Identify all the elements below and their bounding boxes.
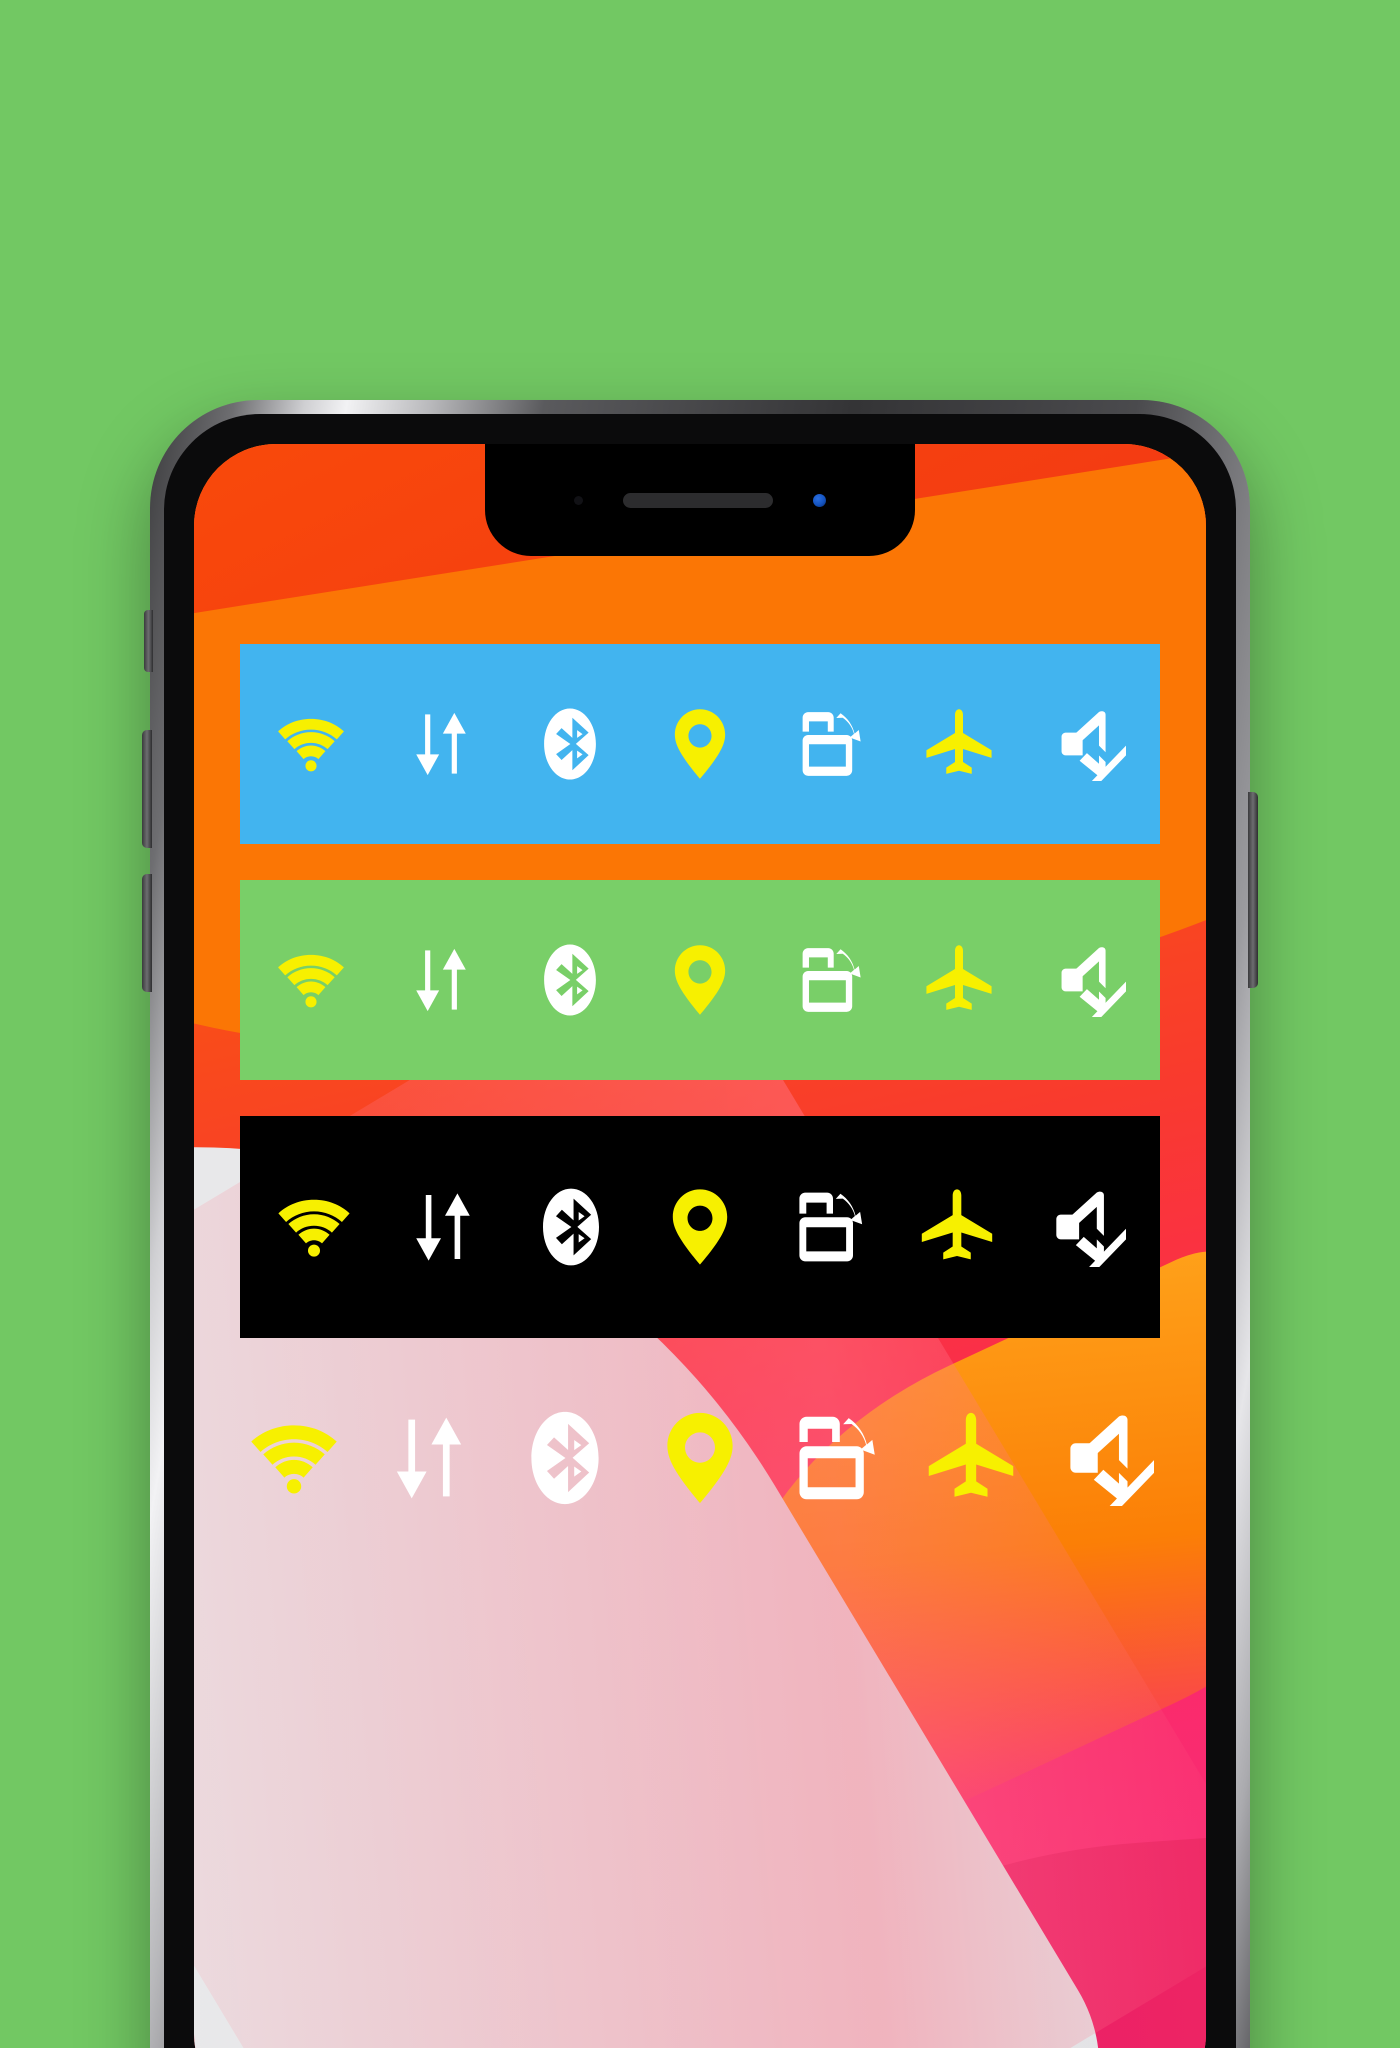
- data-transfer-icon[interactable]: [381, 1410, 477, 1506]
- data-transfer-icon[interactable]: [403, 1187, 483, 1267]
- phone-mockup: [142, 400, 1258, 2048]
- wifi-icon[interactable]: [246, 1410, 342, 1506]
- data-transfer-icon[interactable]: [404, 707, 478, 781]
- volume-up-button[interactable]: [142, 730, 152, 848]
- mute-icon[interactable]: [1046, 1187, 1126, 1267]
- airplane-mode-icon[interactable]: [923, 1410, 1019, 1506]
- proximity-sensor-icon: [574, 495, 583, 505]
- bluetooth-icon[interactable]: [531, 1187, 611, 1267]
- airplane-mode-icon[interactable]: [922, 943, 996, 1017]
- bluetooth-icon[interactable]: [517, 1410, 613, 1506]
- icon-row-blue[interactable]: [240, 644, 1160, 844]
- wifi-icon[interactable]: [274, 943, 348, 1017]
- front-camera-icon: [813, 493, 826, 507]
- data-transfer-icon[interactable]: [404, 943, 478, 1017]
- wifi-icon[interactable]: [274, 707, 348, 781]
- screen-rotation-icon[interactable]: [787, 1410, 883, 1506]
- bluetooth-icon[interactable]: [533, 943, 607, 1017]
- mute-icon[interactable]: [1058, 1410, 1154, 1506]
- mute-switch[interactable]: [144, 610, 153, 672]
- location-pin-icon[interactable]: [652, 1410, 748, 1506]
- earpiece-speaker-icon: [623, 492, 773, 508]
- power-button[interactable]: [1248, 792, 1258, 988]
- location-pin-icon[interactable]: [663, 943, 737, 1017]
- phone-notch: [485, 444, 915, 556]
- icon-row-black[interactable]: [240, 1116, 1160, 1338]
- screen-rotation-icon[interactable]: [793, 707, 867, 781]
- screen-rotation-icon[interactable]: [789, 1187, 869, 1267]
- location-pin-icon[interactable]: [663, 707, 737, 781]
- icon-row-transparent[interactable]: [228, 1358, 1172, 1558]
- bluetooth-icon[interactable]: [533, 707, 607, 781]
- location-pin-icon[interactable]: [660, 1187, 740, 1267]
- airplane-mode-icon[interactable]: [917, 1187, 997, 1267]
- phone-bezel: [164, 414, 1236, 2048]
- mute-icon[interactable]: [1052, 707, 1126, 781]
- icon-row-green[interactable]: [240, 880, 1160, 1080]
- phone-screen: [194, 444, 1206, 2048]
- volume-down-button[interactable]: [142, 874, 152, 992]
- airplane-mode-icon[interactable]: [922, 707, 996, 781]
- wifi-icon[interactable]: [274, 1187, 354, 1267]
- screen-rotation-icon[interactable]: [793, 943, 867, 1017]
- mute-icon[interactable]: [1052, 943, 1126, 1017]
